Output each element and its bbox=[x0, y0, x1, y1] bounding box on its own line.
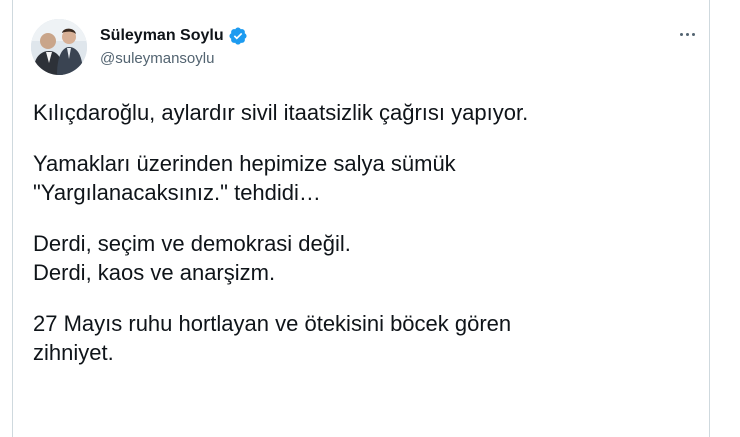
tweet-line: "Yargılanacaksınız." tehdidi… bbox=[33, 180, 321, 205]
tweet-line: Derdi, seçim ve demokrasi değil. bbox=[33, 231, 351, 256]
tweet-paragraph: Kılıçdaroğlu, aylardır sivil itaatsizlik… bbox=[33, 98, 693, 127]
tweet-paragraph: Yamakları üzerinden hepimize salya sümük… bbox=[33, 149, 693, 207]
card-right-border bbox=[709, 0, 710, 437]
tweet-text: Kılıçdaroğlu, aylardır sivil itaatsizlik… bbox=[33, 98, 693, 389]
tweet-line: Derdi, kaos ve anarşizm. bbox=[33, 260, 276, 285]
tweet-line: Yamakları üzerinden hepimize salya sümük bbox=[33, 151, 456, 176]
tweet-header: Süleyman Soylu @suleymansoylu bbox=[31, 19, 700, 79]
more-dot bbox=[685, 32, 689, 36]
more-options-icon[interactable] bbox=[674, 21, 700, 47]
author-handle[interactable]: @suleymansoylu bbox=[100, 50, 248, 67]
author-identity: Süleyman Soylu @suleymansoylu bbox=[100, 25, 248, 67]
tweet-line: 27 Mayıs ruhu hortlayan ve ötekisini böc… bbox=[33, 311, 512, 336]
more-dot bbox=[691, 32, 695, 36]
profile-photo-avatar bbox=[31, 19, 87, 75]
tweet-paragraph: Derdi, seçim ve demokrasi değil. Derdi, … bbox=[33, 229, 693, 287]
card-left-border bbox=[12, 0, 13, 437]
tweet-card: Süleyman Soylu @suleymansoylu Kılıçdaroğ… bbox=[0, 0, 740, 437]
name-row: Süleyman Soylu bbox=[100, 25, 248, 47]
author-display-name[interactable]: Süleyman Soylu bbox=[100, 27, 224, 45]
verified-badge-icon bbox=[228, 26, 248, 46]
tweet-paragraph: 27 Mayıs ruhu hortlayan ve ötekisini böc… bbox=[33, 309, 693, 367]
more-dot bbox=[679, 32, 683, 36]
tweet-line: Kılıçdaroğlu, aylardır sivil itaatsizlik… bbox=[33, 100, 529, 125]
avatar[interactable] bbox=[31, 19, 87, 75]
tweet-line: zihniyet. bbox=[33, 340, 114, 365]
